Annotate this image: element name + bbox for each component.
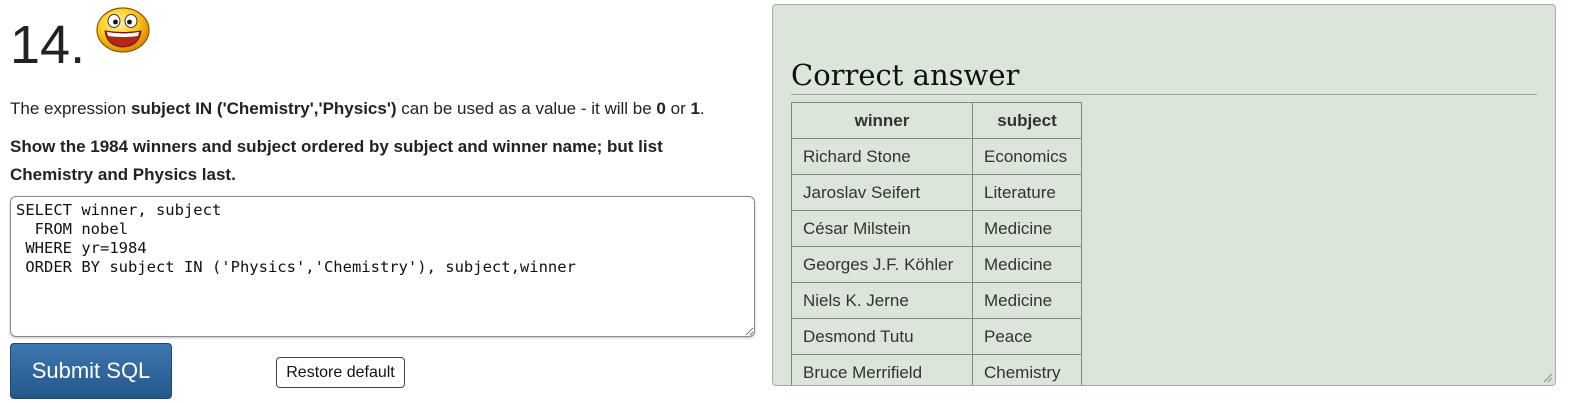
submit-sql-button[interactable]: Submit SQL (10, 343, 172, 399)
cell-winner: Georges J.F. Köhler (791, 246, 973, 283)
cell-subject: Medicine (972, 210, 1082, 247)
column-header-winner: winner (791, 102, 973, 139)
cell-winner: Richard Stone (791, 138, 973, 175)
question-intro: The expression subject IN ('Chemistry','… (10, 97, 760, 121)
intro-code: subject IN ('Chemistry','Physics') (130, 99, 397, 118)
cell-winner: César Milstein (791, 210, 973, 247)
cell-winner: Jaroslav Seifert (791, 174, 973, 211)
result-table: winner subject Richard Stone Economics Ja… (791, 102, 1082, 385)
restore-default-button[interactable]: Restore default (276, 357, 405, 388)
cell-winner: Desmond Tutu (791, 318, 973, 355)
answer-title: Correct answer (791, 58, 1020, 92)
smiley-face-icon (96, 6, 150, 54)
intro-or: or (665, 99, 691, 118)
cell-winner: Niels K. Jerne (791, 282, 973, 319)
table-row: Georges J.F. Köhler Medicine (791, 246, 1082, 283)
cell-subject: Chemistry (972, 354, 1082, 385)
intro-one: 1 (690, 99, 700, 118)
resize-grip-icon[interactable] (1543, 373, 1553, 383)
question-task: Show the 1984 winners and subject ordere… (10, 137, 663, 184)
cell-subject: Economics (972, 138, 1082, 175)
cell-subject: Medicine (972, 282, 1082, 319)
intro-zero: 0 (656, 99, 666, 118)
column-header-subject: subject (972, 102, 1082, 139)
sql-editor[interactable]: SELECT winner, subject FROM nobel WHERE … (10, 196, 755, 337)
table-row: Niels K. Jerne Medicine (791, 282, 1082, 319)
table-header-row: winner subject (791, 102, 1082, 139)
table-row: César Milstein Medicine (791, 210, 1082, 247)
intro-text: The expression (10, 99, 131, 118)
cell-subject: Peace (972, 318, 1082, 355)
cell-subject: Literature (972, 174, 1082, 211)
intro-end: . (699, 99, 705, 118)
table-row: Jaroslav Seifert Literature (791, 174, 1082, 211)
question-number: 14. (10, 15, 86, 75)
table-row: Desmond Tutu Peace (791, 318, 1082, 355)
table-row: Bruce Merrifield Chemistry (791, 354, 1082, 385)
title-divider (791, 94, 1537, 95)
cell-winner: Bruce Merrifield (791, 354, 973, 385)
table-row: Richard Stone Economics (791, 138, 1082, 175)
cell-subject: Medicine (972, 246, 1082, 283)
intro-text-middle: can be used as a value - it will be (396, 99, 657, 118)
answer-panel[interactable]: Correct answer winner subject Richard St… (772, 4, 1556, 386)
